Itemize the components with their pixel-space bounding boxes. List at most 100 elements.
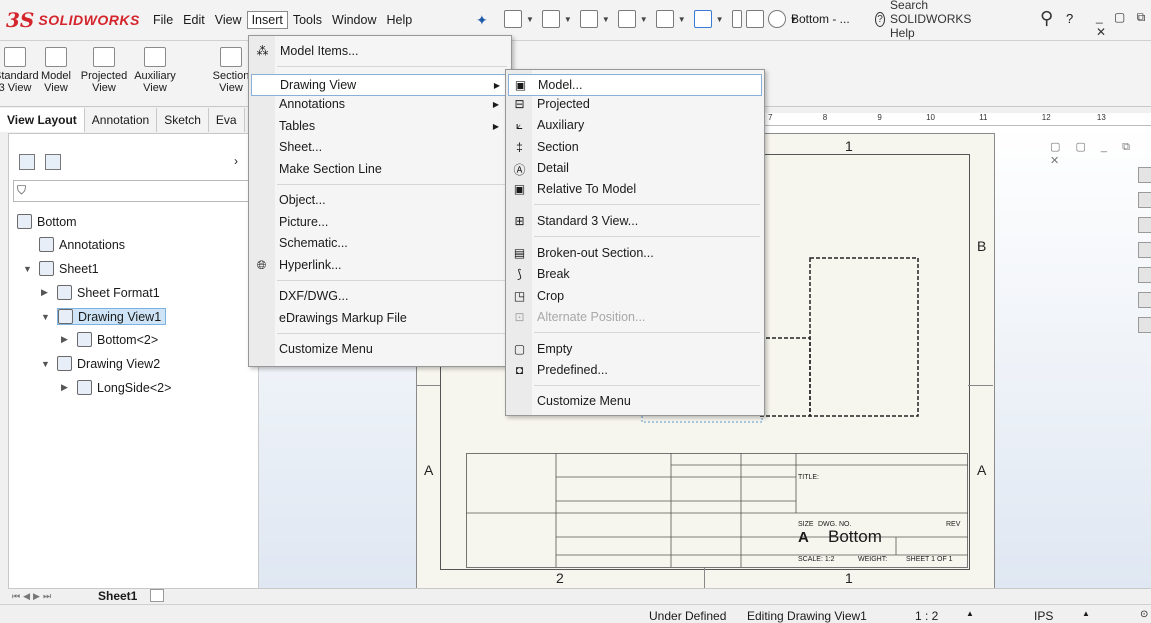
menu-item-projected[interactable]: ⊟ Projected [512, 97, 589, 111]
tree-filter-input[interactable]: ⛉ [13, 180, 253, 202]
menu-edit[interactable]: Edit [178, 11, 210, 29]
tree-item-annotations[interactable]: Annotations [39, 237, 125, 252]
menu-item-annotations[interactable]: Annotations ▶ [254, 97, 507, 111]
add-sheet-icon[interactable] [150, 589, 164, 602]
solidworks-logo[interactable]: 3S SOLIDWORKS [6, 8, 140, 32]
save-icon[interactable] [579, 10, 598, 28]
zone-label: 1 [845, 570, 853, 586]
chevron-right-icon[interactable]: ▶ [41, 287, 51, 298]
chevron-down-icon[interactable]: ▼ [41, 312, 51, 322]
custom-properties-icon[interactable] [1138, 292, 1151, 308]
menu-item-break[interactable]: ⟆ Break [512, 267, 570, 281]
scale-up-icon[interactable]: ▲ [966, 609, 974, 618]
menu-item-broken-out-section[interactable]: ▤ Broken-out Section... [512, 246, 654, 260]
help-search[interactable]: ? Search SOLIDWORKS Help [875, 0, 983, 40]
menu-item-schematic[interactable]: Schematic... [254, 236, 348, 250]
tree-item-sheet1[interactable]: ▼ Sheet1 [23, 261, 99, 276]
property-manager-tab-icon[interactable] [45, 154, 61, 170]
menu-item-sheet[interactable]: Sheet... [254, 140, 322, 154]
tree-item-longside2[interactable]: ▶ LongSide<2> [61, 380, 171, 395]
menu-item-dxf-dwg[interactable]: DXF/DWG... [254, 289, 348, 303]
file-properties-icon[interactable] [745, 10, 764, 28]
menu-item-hyperlink[interactable]: 🌐︎ Hyperlink... [254, 258, 342, 272]
feature-manager-tab-icon[interactable] [19, 154, 35, 170]
menu-item-object[interactable]: Object... [254, 193, 326, 207]
select-icon[interactable] [693, 10, 712, 28]
options-gear-icon[interactable] [767, 10, 786, 28]
view-window-controls[interactable]: ▢ ▢ _ ⧉ ✕ [1050, 140, 1151, 167]
status-icon[interactable]: ⊙ [1140, 609, 1148, 620]
menu-item-detail[interactable]: Ⓐ Detail [512, 161, 568, 177]
menu-item-drawing-view[interactable]: Drawing View ▶ [251, 74, 509, 96]
design-library-icon[interactable] [1138, 217, 1151, 233]
open-icon[interactable] [541, 10, 560, 28]
tab-sketch[interactable]: Sketch [157, 108, 209, 132]
menu-item-relative-to-model[interactable]: ▣ Relative To Model [512, 182, 636, 196]
menu-help[interactable]: Help [382, 11, 418, 29]
menu-bar: File Edit View Insert Tools Window Help [148, 11, 417, 29]
sheet-nav-arrows[interactable]: ⏮◀▶⏭ [12, 591, 54, 602]
projected-view-button[interactable]: Projected View [79, 47, 129, 94]
tree-item-bottom2[interactable]: ▶ Bottom<2> [61, 332, 158, 347]
menu-item-empty[interactable]: ▢ Empty [512, 342, 573, 356]
blank-icon [254, 236, 269, 250]
menu-item-model[interactable]: ▣ Model... [508, 74, 762, 96]
model-view-button[interactable]: Model View [35, 47, 77, 94]
section-view-button[interactable]: Section View [211, 47, 251, 94]
menu-tools[interactable]: Tools [288, 11, 327, 29]
window-controls[interactable]: _ ▢ ⧉ ✕ [1096, 10, 1151, 39]
menu-item-model-items[interactable]: ⁂ Model Items... [255, 44, 359, 58]
menu-item-edrawings-markup[interactable]: eDrawings Markup File [254, 311, 407, 325]
sheet-tab-sheet1[interactable]: Sheet1 [98, 589, 137, 603]
tree-item-bottom[interactable]: Bottom [17, 214, 77, 229]
menu-insert[interactable]: Insert [246, 11, 288, 29]
home-icon[interactable] [1138, 167, 1151, 183]
chevron-down-icon[interactable]: ▼ [23, 264, 33, 274]
menu-item-section[interactable]: ‡ Section [512, 140, 579, 154]
menu-item-customize-menu[interactable]: Customize Menu [512, 394, 631, 408]
chevron-down-icon[interactable]: ▼ [41, 359, 51, 369]
units-up-icon[interactable]: ▲ [1082, 609, 1090, 618]
longside-view-outline[interactable] [809, 257, 919, 417]
standard-3-view-button[interactable]: Standard 3 View [0, 47, 39, 94]
menu-item-crop[interactable]: ◳ Crop [512, 289, 564, 303]
bottom-view-outline[interactable] [759, 337, 811, 417]
chevron-right-icon[interactable]: ▶ [61, 382, 71, 393]
menu-item-predefined[interactable]: ◘ Predefined... [512, 363, 608, 377]
print-icon[interactable] [617, 10, 636, 28]
pin-icon[interactable]: ✦ [476, 12, 488, 29]
menu-view[interactable]: View [210, 11, 247, 29]
undo-icon[interactable] [655, 10, 674, 28]
rebuild-icon[interactable] [731, 10, 742, 28]
help-dropdown[interactable]: ? [1066, 11, 1073, 26]
menu-item-picture[interactable]: Picture... [254, 215, 328, 229]
menu-item-auxiliary[interactable]: ⟀ Auxiliary [512, 118, 584, 132]
menu-item-make-section-line[interactable]: Make Section Line [254, 162, 382, 176]
menu-window[interactable]: Window [327, 11, 381, 29]
auxiliary-view-button[interactable]: Auxiliary View [131, 47, 179, 94]
tree-item-sheet-format1[interactable]: ▶ Sheet Format1 [41, 285, 160, 300]
menu-item-customize-menu[interactable]: Customize Menu [254, 342, 373, 356]
appearances-icon[interactable] [1138, 267, 1151, 283]
search-icon[interactable]: ⚲ [1040, 8, 1053, 29]
resources-icon[interactable] [1138, 192, 1151, 208]
tab-view-layout[interactable]: View Layout [0, 108, 85, 132]
status-bar: Under Defined Editing Drawing View1 1 : … [0, 604, 1151, 623]
forum-icon[interactable] [1138, 317, 1151, 333]
menu-item-tables[interactable]: Tables ▶ [254, 119, 507, 133]
menu-file[interactable]: File [148, 11, 178, 29]
search-input[interactable]: Search SOLIDWORKS Help [890, 0, 983, 40]
tab-annotation[interactable]: Annotation [84, 108, 158, 132]
tree-item-drawing-view1[interactable]: ▼ Drawing View1 [41, 308, 167, 325]
tree-item-drawing-view2[interactable]: ▼ Drawing View2 [41, 356, 160, 371]
auxiliary-view-icon [144, 47, 166, 67]
menu-separator [534, 204, 760, 205]
new-document-icon[interactable] [504, 10, 522, 28]
chevron-right-icon[interactable]: › [234, 154, 238, 168]
drawing-view-icon [58, 309, 73, 324]
tab-evaluate[interactable]: Eva [208, 108, 245, 132]
file-explorer-icon[interactable] [1138, 242, 1151, 258]
view-dropdown[interactable]: Bottom - ... [791, 12, 850, 26]
chevron-right-icon[interactable]: ▶ [61, 334, 71, 345]
menu-item-standard-3-view[interactable]: ⊞ Standard 3 View... [512, 214, 638, 228]
